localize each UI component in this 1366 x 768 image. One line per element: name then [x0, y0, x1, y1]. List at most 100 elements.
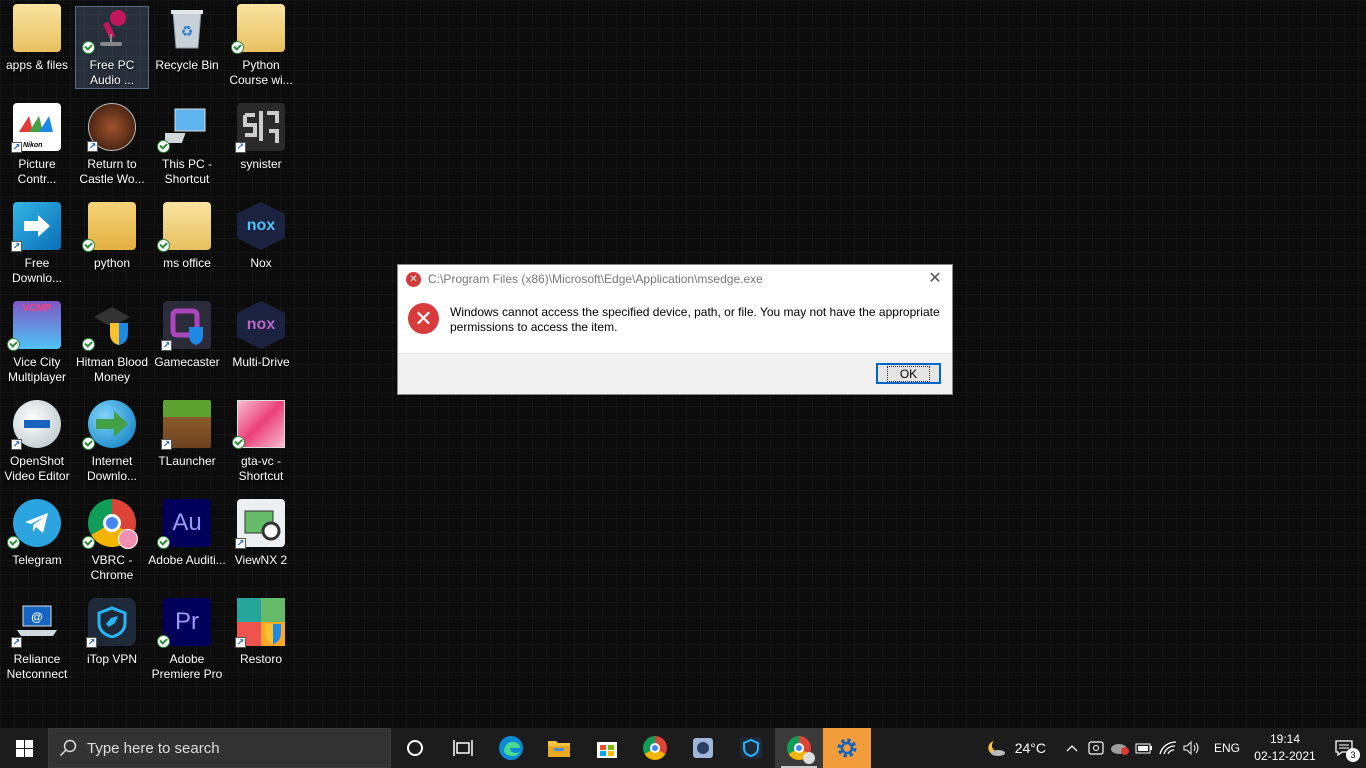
- desktop-icon-hitman[interactable]: Hitman Blood Money: [75, 297, 149, 389]
- desktop-icon-openshot[interactable]: ↗ OpenShot Video Editor: [0, 396, 74, 488]
- restoro-icon: ↗: [235, 598, 285, 648]
- icon-label: TLauncher: [158, 454, 216, 468]
- ok-button[interactable]: OK: [876, 363, 941, 384]
- dialog-body: ✕ Windows cannot access the specified de…: [398, 293, 952, 355]
- icon-label: Reliance Netconnect: [6, 652, 68, 681]
- desktop-icon-nox[interactable]: nox Nox: [224, 198, 298, 290]
- desktop-icon-adobe-premiere[interactable]: Pr Adobe Premiere Pro: [150, 594, 224, 686]
- desktop-icon-free-download[interactable]: ↗ Free Downlo...: [0, 198, 74, 290]
- icon-label: iTop VPN: [86, 652, 138, 666]
- taskbar-chrome[interactable]: [631, 728, 679, 768]
- icon-label: Hitman Blood Money: [75, 355, 149, 384]
- search-icon: [59, 739, 77, 757]
- store-icon: [597, 742, 617, 758]
- icon-label: synister: [240, 157, 282, 171]
- chrome-icon: [787, 736, 815, 764]
- gear-icon: [837, 738, 857, 758]
- desktop-icon-python[interactable]: python: [75, 198, 149, 290]
- desktop-icon-this-pc[interactable]: This PC - Shortcut: [150, 99, 224, 191]
- icon-label: Free PC Audio ...: [89, 58, 135, 87]
- app-icon: [693, 738, 713, 758]
- volume-icon[interactable]: [1180, 741, 1204, 755]
- desktop-icon-python-course[interactable]: Python Course wi...: [224, 0, 298, 92]
- desktop-icon-gamecaster[interactable]: ↗ Gamecaster: [150, 297, 224, 389]
- error-dialog: ✕ C:\Program Files (x86)\Microsoft\Edge\…: [397, 264, 953, 395]
- taskbar-vpn[interactable]: [727, 728, 775, 768]
- folder-icon: [13, 4, 61, 52]
- folder-icon: [548, 741, 570, 757]
- desktop-icon-recycle-bin[interactable]: ♻ Recycle Bin: [150, 0, 224, 92]
- language-indicator[interactable]: ENG: [1214, 741, 1240, 755]
- desktop-icon-free-pc-audio[interactable]: Free PC Audio ...: [75, 6, 149, 89]
- download-arrow-icon: ↗: [11, 202, 61, 252]
- onedrive-error-icon[interactable]: [1108, 741, 1132, 755]
- battery-icon[interactable]: [1132, 742, 1156, 754]
- icon-label: Python Course wi...: [229, 58, 293, 87]
- icon-label: Adobe Auditi...: [148, 553, 226, 567]
- desktop-icon-multi-drive[interactable]: nox Multi-Drive: [224, 297, 298, 389]
- error-icon: ✕: [406, 271, 421, 287]
- cortana-button[interactable]: [391, 728, 439, 768]
- desktop-icon-gta-vc[interactable]: gta-vc - Shortcut: [224, 396, 298, 488]
- clock-time: 19:14: [1269, 732, 1301, 746]
- icon-label: This PC - Shortcut: [161, 157, 212, 186]
- idm-globe-icon: [82, 400, 136, 450]
- weather-temp[interactable]: 24°C: [1015, 740, 1046, 756]
- desktop-icon-internet-download[interactable]: Internet Downlo...: [75, 396, 149, 488]
- taskbar-app[interactable]: [679, 728, 727, 768]
- desktop-icon-synister[interactable]: ↗ synister: [224, 99, 298, 191]
- search-input[interactable]: Type here to search: [48, 728, 391, 768]
- task-view-button[interactable]: [439, 728, 487, 768]
- desktop-icon-picture-control[interactable]: Nikon ↗ Picture Contr...: [0, 99, 74, 191]
- taskbar-settings[interactable]: [823, 728, 871, 768]
- desktop-icon-tlauncher[interactable]: ↗ TLauncher: [150, 396, 224, 488]
- dialog-message: Windows cannot access the specified devi…: [450, 305, 940, 334]
- folder-icon: [231, 4, 285, 54]
- icon-label: Internet Downlo...: [86, 454, 138, 483]
- taskbar: Type here to search 24°C ENG 19:14 02-12…: [0, 728, 1366, 768]
- desktop-icon-itop-vpn[interactable]: ↗ iTop VPN: [75, 594, 149, 686]
- dialog-title-bar[interactable]: ✕ C:\Program Files (x86)\Microsoft\Edge\…: [398, 265, 952, 293]
- action-center-button[interactable]: 3: [1322, 728, 1366, 768]
- icon-label: python: [93, 256, 131, 270]
- clock[interactable]: 19:14 02-12-2021: [1248, 731, 1322, 765]
- taskbar-chrome-profile[interactable]: [775, 728, 823, 768]
- desktop-icon-viewnx[interactable]: ↗ ViewNX 2: [224, 495, 298, 587]
- taskbar-edge[interactable]: [487, 728, 535, 768]
- desktop-icon-vice-city[interactable]: VCMP Vice City Multiplayer: [0, 297, 74, 389]
- meet-now-icon[interactable]: [1084, 741, 1108, 755]
- synister-icon: ↗: [235, 103, 285, 153]
- icon-label: Vice City Multiplayer: [7, 355, 67, 384]
- folder-icon: [157, 202, 211, 252]
- desktop-icon-adobe-audition[interactable]: Au Adobe Auditi...: [148, 495, 226, 587]
- desktop-icon-return-castle[interactable]: ↗ Return to Castle Wo...: [75, 99, 149, 191]
- recycle-bin-icon: ♻: [163, 4, 211, 52]
- edge-icon: [499, 736, 523, 760]
- nikon-text: Nikon: [23, 142, 43, 149]
- start-button[interactable]: [0, 728, 48, 768]
- nikon-picture-control-icon: Nikon ↗: [11, 103, 61, 153]
- svg-text:@: @: [31, 610, 43, 624]
- icon-label: Adobe Premiere Pro: [151, 652, 223, 681]
- openshot-icon: ↗: [11, 400, 61, 450]
- icon-label: Multi-Drive: [232, 355, 290, 369]
- weather-moon-icon[interactable]: [981, 739, 1009, 757]
- microphone-icon: [82, 7, 136, 54]
- desktop-icon-apps-files[interactable]: apps & files: [0, 0, 74, 92]
- icon-label: Nox: [250, 256, 272, 270]
- desktop-icon-telegram[interactable]: Telegram: [0, 495, 74, 587]
- icon-label: Telegram: [12, 553, 62, 567]
- system-tray: 24°C ENG 19:14 02-12-2021 3: [981, 728, 1366, 768]
- pr-text: Pr: [175, 608, 199, 635]
- taskbar-file-explorer[interactable]: [535, 728, 583, 768]
- close-icon[interactable]: ✕: [926, 269, 944, 287]
- taskbar-store[interactable]: [583, 728, 631, 768]
- desktop-icon-vbrc-chrome[interactable]: VBRC - Chrome: [75, 495, 149, 587]
- wifi-icon[interactable]: [1156, 741, 1180, 755]
- desktop-icon-restoro[interactable]: ↗ Restoro: [224, 594, 298, 686]
- windows-logo-icon: [15, 739, 33, 757]
- desktop-icon-reliance[interactable]: @ ↗ Reliance Netconnect: [0, 594, 74, 686]
- chevron-up-icon[interactable]: [1060, 744, 1084, 752]
- hitman-icon: [82, 301, 136, 351]
- desktop-icon-ms-office[interactable]: ms office: [150, 198, 224, 290]
